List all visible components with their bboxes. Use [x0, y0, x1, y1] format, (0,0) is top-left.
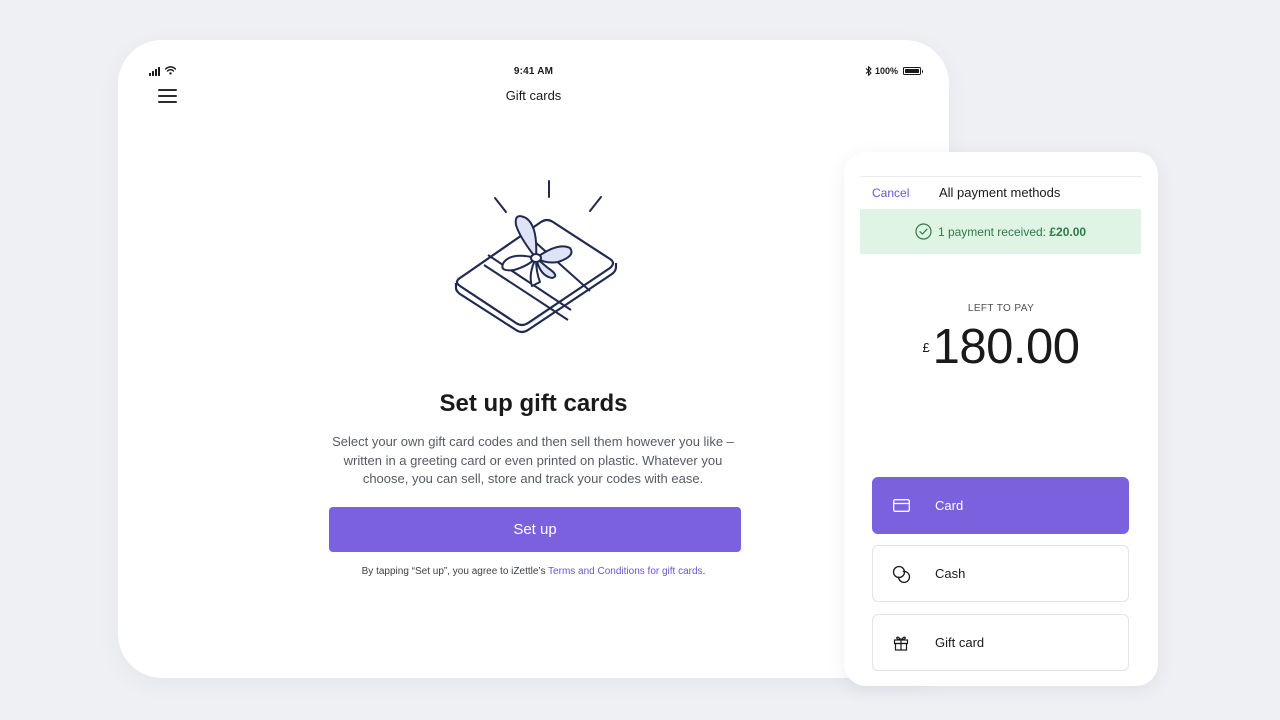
bluetooth-icon [865, 66, 872, 76]
check-circle-icon [915, 223, 932, 240]
banner-text: 1 payment received: [937, 224, 1046, 239]
payment-received-banner: 1 payment received: £20.00 [860, 209, 1141, 254]
setup-title: Set up gift cards [439, 390, 628, 417]
payment-option-label: Card [935, 498, 964, 513]
left-to-pay-amount: £ 180.00 [844, 318, 1158, 376]
credit-card-icon [892, 497, 910, 515]
page-title: Gift cards [505, 88, 562, 103]
payment-option-card[interactable]: Card [872, 477, 1129, 534]
setup-description: Select your own gift card codes and then… [332, 434, 734, 486]
amount-value: 180.00 [932, 320, 1080, 374]
battery-percentage: 100% [874, 66, 898, 76]
status-time: 9:41 AM [513, 66, 554, 77]
payment-option-label: Gift card [935, 635, 985, 650]
terms-notice: By tapping “Set up”, you agree to iZettl… [118, 566, 949, 577]
status-bar: 9:41 AM 100% [118, 66, 949, 78]
tablet-screen: 9:41 AM 100% Gift cards Set up gift card… [118, 40, 949, 678]
banner-amount: £20.00 [1049, 224, 1087, 239]
terms-suffix: . [702, 566, 706, 577]
left-to-pay-label: LEFT TO PAY [967, 303, 1035, 314]
payment-methods-panel: Cancel All payment methods 1 payment rec… [844, 152, 1158, 686]
currency-symbol: £ [922, 340, 930, 355]
terms-link[interactable]: Terms and Conditions for gift cards [548, 566, 703, 577]
terms-prefix: By tapping “Set up”, you agree to iZettl… [361, 566, 549, 577]
payment-option-cash[interactable]: Cash [872, 545, 1129, 602]
set-up-button[interactable]: Set up [329, 507, 741, 552]
coins-icon [892, 565, 910, 583]
gift-card-illustration [454, 180, 618, 334]
cancel-button[interactable]: Cancel [872, 186, 909, 200]
payment-option-label: Cash [935, 566, 966, 581]
divider [860, 176, 1142, 177]
gift-icon [892, 634, 910, 652]
payment-option-gift-card[interactable]: Gift card [872, 614, 1129, 671]
status-right: 100% [865, 66, 923, 76]
panel-title: All payment methods [939, 185, 1061, 200]
battery-icon [903, 67, 923, 75]
